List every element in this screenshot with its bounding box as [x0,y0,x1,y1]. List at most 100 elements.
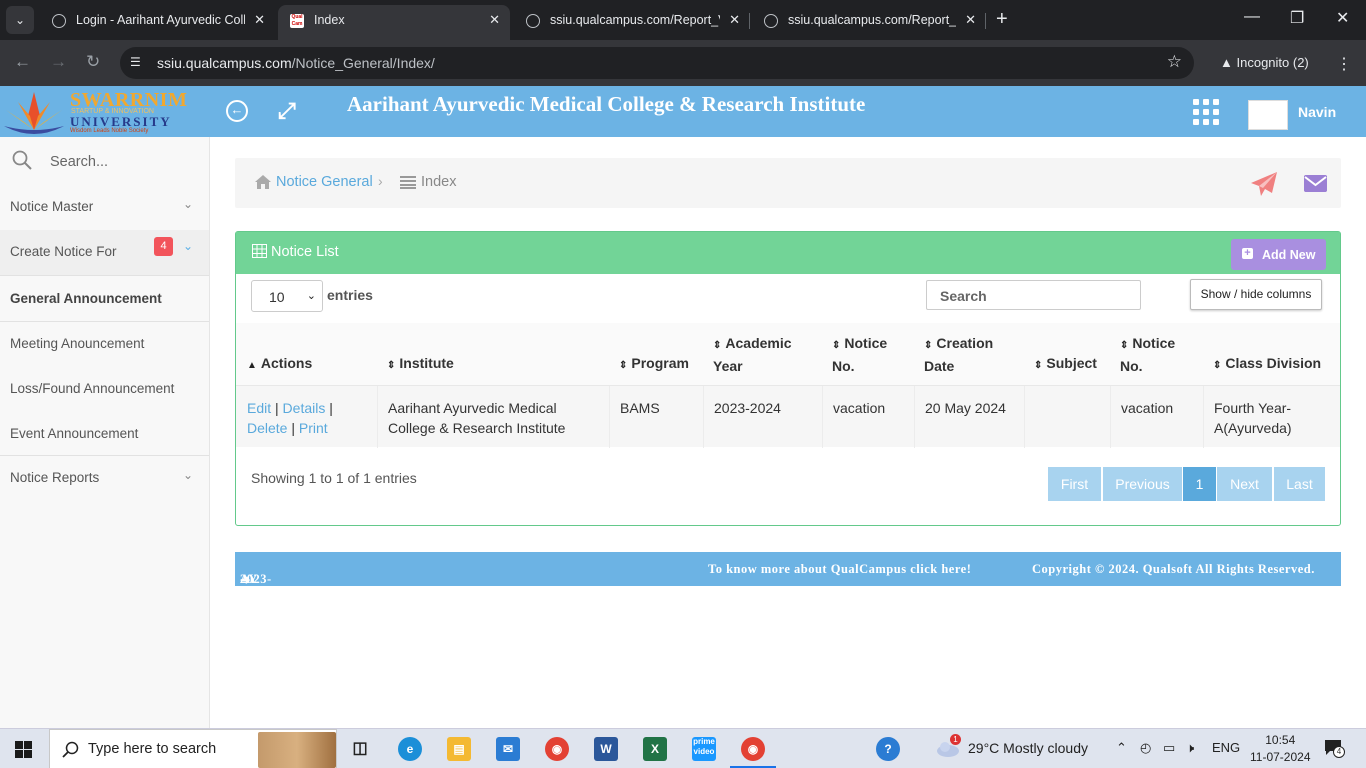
add-new-button[interactable]: + Add New [1231,239,1326,270]
volume-muted-icon[interactable]: 🕨︎ [1186,740,1194,756]
column-label-line2: Year [713,358,743,374]
browser-tabstrip: ⌄ Login - Aarihant Ayurvedic Colle ✕ Qua… [0,0,1366,40]
university-logo[interactable]: SWARRNIM STARTUP & INNOVATION UNIVERSITY… [0,86,187,137]
tab-separator [985,13,986,29]
column-label: Creation [936,335,994,351]
apps-grid-icon[interactable] [1193,99,1219,125]
mail-icon[interactable] [1304,175,1327,192]
reload-icon[interactable]: ↻ [86,52,100,72]
excel-icon[interactable]: X [643,737,667,761]
bookmark-star-icon[interactable]: ☆ [1167,52,1182,72]
column-label-line2: No. [1120,358,1143,374]
help-icon[interactable]: ? [876,737,900,761]
word-icon[interactable]: W [594,737,618,761]
sidebar-search[interactable]: Search... [0,137,209,185]
close-tab-icon[interactable]: ✕ [489,5,500,35]
browser-menu-icon[interactable]: ⋮ [1336,54,1352,74]
windows-start-icon[interactable] [15,741,32,758]
close-tab-icon[interactable]: ✕ [729,5,740,35]
battery-icon[interactable]: ▭ [1163,740,1175,756]
url-text[interactable]: ssiu.qualcampus.com/Notice_General/Index… [157,55,435,71]
qualcampus-link[interactable]: To know more about QualCampus click here… [708,562,971,577]
show-hide-columns-button[interactable]: Show / hide columns [1190,279,1322,310]
sidebar-item-general-announcement[interactable]: General Announcement [0,277,209,322]
fullscreen-icon[interactable]: ⤢ [278,98,296,124]
avatar[interactable] [1248,100,1288,130]
page-size-select[interactable]: 10 ⌄ [251,280,323,312]
chevron-up-icon[interactable]: ⌃ [1116,740,1127,756]
column-header-institute[interactable]: ⇕ Institute [387,323,607,385]
table-search-input[interactable]: Search [926,280,1141,310]
count-badge: 4 [154,237,173,256]
column-header-subject[interactable]: ⇕ Subject [1034,323,1114,385]
sidebar-search-input[interactable]: Search... [50,154,108,170]
cell-institute: Aarihant Ayurvedic Medical College & Rese… [377,386,609,448]
address-bar[interactable]: ☰ ssiu.qualcampus.com/Notice_General/Ind… [120,47,1194,79]
taskbar-search[interactable]: Type here to search [49,729,337,768]
sort-icon: ⇕ [832,340,841,351]
chrome-icon[interactable]: ◉ [545,737,569,761]
mail-app-icon[interactable]: ✉ [496,737,520,761]
incognito-profile[interactable]: ▲︎ Incognito (2) [1210,48,1319,78]
notifications-icon[interactable]: 4 [1324,739,1345,758]
sidebar-item-label: Notice Master [10,199,94,214]
task-view-icon[interactable]: ◫ [348,737,372,761]
column-header-academic-year[interactable]: ⇕ Academic Year [713,323,823,385]
pager-page-1[interactable]: 1 [1183,467,1216,501]
back-circle-icon[interactable]: ← [226,100,248,122]
column-header-actions[interactable]: ▲ Actions [247,323,377,385]
sidebar-item-create-notice-for[interactable]: Create Notice For [0,230,209,275]
new-tab-icon[interactable]: + [996,8,1008,31]
network-icon[interactable]: ◴ [1140,740,1151,756]
sidebar-item-loss-found-announcement[interactable]: Loss/Found Announcement [0,367,209,412]
details-link[interactable]: Details [283,400,326,416]
edit-link[interactable]: Edit [247,400,271,416]
browser-tab-index[interactable]: Qual Cam Index ✕ [278,5,510,40]
chrome-incognito-icon[interactable]: ◉ [741,737,765,761]
forward-icon[interactable]: → [50,52,67,72]
profile-label: Incognito (2) [1236,55,1309,70]
browser-tab-login[interactable]: Login - Aarihant Ayurvedic Colle ✕ [40,5,275,40]
sort-icon: ⇕ [1034,360,1043,371]
site-settings-icon[interactable]: ☰ [130,55,146,71]
pager-last[interactable]: Last [1274,467,1325,501]
browser-tab-report-2[interactable]: ssiu.qualcampus.com/Report_Vi ✕ [752,5,986,40]
send-icon[interactable] [1251,172,1277,196]
tab-search-dropdown[interactable]: ⌄ [6,6,34,34]
separator: | [291,420,295,436]
column-header-creation-date[interactable]: ⇕ Creation Date [924,323,1024,385]
back-icon[interactable]: ← [14,52,31,72]
delete-link[interactable]: Delete [247,420,287,436]
pager-previous[interactable]: Previous [1103,467,1182,501]
language-indicator[interactable]: ENG [1212,740,1240,755]
weather-text[interactable]: 29°C Mostly cloudy [968,740,1088,756]
file-explorer-icon[interactable]: ▤ [447,737,471,761]
restore-icon[interactable]: ❐ [1290,8,1304,28]
column-header-class-division[interactable]: ⇕ Class Division [1213,323,1338,385]
breadcrumb-link-notice-general[interactable]: Notice General [276,174,373,190]
edge-icon[interactable]: e [398,737,422,761]
column-header-notice-no-2[interactable]: ⇕ Notice No. [1120,323,1200,385]
clock[interactable]: 10:54 11-07-2024 [1250,732,1311,766]
close-tab-icon[interactable]: ✕ [254,5,265,35]
browser-tab-report-1[interactable]: ssiu.qualcampus.com/Report_Vi ✕ [514,5,750,40]
prime-video-icon[interactable]: prime video [692,737,716,761]
close-window-icon[interactable]: ✕ [1336,8,1349,28]
column-header-notice-no[interactable]: ⇕ Notice No. [832,323,912,385]
pager-next[interactable]: Next [1217,467,1272,501]
table-icon [252,244,267,258]
sidebar-item-notice-master[interactable]: Notice Master ⌄ [0,185,209,230]
column-label: Actions [260,355,313,371]
close-tab-icon[interactable]: ✕ [965,5,976,35]
user-name[interactable]: Navin [1298,104,1336,120]
sidebar-item-meeting-anouncement[interactable]: Meeting Anouncement [0,322,209,367]
print-link[interactable]: Print [299,420,328,436]
weather-icon[interactable]: 1 [936,734,961,758]
sidebar-item-notice-reports[interactable]: Notice Reports ⌄ [0,456,209,501]
sort-icon: ⇕ [1120,340,1129,351]
column-header-program[interactable]: ⇕ Program [619,323,709,385]
search-highlight-image [258,732,336,768]
sidebar-item-event-announcement[interactable]: Event Announcement [0,412,209,457]
pager-first[interactable]: First [1048,467,1101,501]
minimize-icon[interactable]: — [1244,8,1260,26]
